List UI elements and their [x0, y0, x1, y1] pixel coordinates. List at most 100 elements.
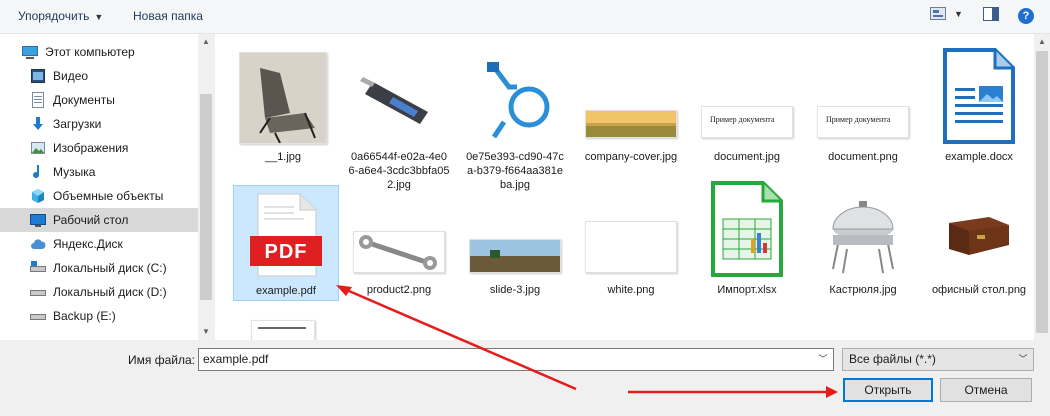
chevron-down-icon: ▼	[954, 8, 963, 19]
file-name: example.docx	[945, 151, 1013, 163]
sidebar-item-pictures[interactable]: Изображения	[0, 136, 198, 160]
3d-objects-icon	[30, 188, 46, 204]
open-button[interactable]: Открыть	[843, 378, 933, 402]
scroll-thumb[interactable]	[1036, 51, 1048, 333]
new-folder-button[interactable]: Новая папка	[133, 9, 203, 23]
file-name: офисный стол.png	[931, 284, 1027, 296]
file-name: __1.jpg	[264, 151, 302, 163]
sidebar-item-label: Этот компьютер	[45, 45, 135, 59]
file-list-pane: __1.jpg 0a66544f-e02a-4e06-a6e4-3cdc3bbf…	[215, 34, 1035, 340]
cloud-icon	[30, 236, 46, 252]
file-item[interactable]: Кастрюля.jpg	[810, 185, 916, 297]
chevron-down-icon: ﹀	[1018, 354, 1028, 364]
file-name: example.pdf	[256, 285, 316, 297]
downloads-icon	[30, 116, 46, 132]
chevron-down-icon[interactable]: ﹀	[814, 350, 832, 369]
file-item[interactable]: Пример документа document.jpg	[694, 34, 800, 164]
pdf-icon: PDF	[250, 192, 322, 278]
preview-pane-icon	[983, 7, 999, 21]
file-name: Кастрюля.jpg	[829, 284, 897, 296]
sidebar-item-label: Видео	[53, 69, 89, 83]
file-name: slide-3.jpg	[489, 284, 541, 296]
sidebar-item-label: Локальный диск (D:)	[53, 285, 167, 299]
scroll-up-icon[interactable]: ▲	[198, 34, 214, 50]
sidebar-item-yandex-disk[interactable]: Яндекс.Диск	[0, 232, 198, 256]
document-thumb-icon: Пример документа	[817, 106, 909, 138]
file-name: document.jpg	[713, 151, 781, 163]
sidebar-item-label: Рабочий стол	[53, 213, 129, 227]
navigation-pane: Этот компьютер Видео Документы Загрузки …	[0, 34, 214, 340]
dialog-footer: Имя файла: example.pdf ﹀ Все файлы (*.*)…	[0, 340, 1050, 416]
scroll-down-icon[interactable]: ▼	[198, 324, 214, 340]
filename-input[interactable]: example.pdf ﹀	[198, 348, 834, 371]
sidebar-scrollbar[interactable]: ▲ ▼	[198, 34, 214, 340]
document-thumb-icon: Пример документа	[701, 106, 793, 138]
sidebar-item-this-pc[interactable]: Этот компьютер	[0, 40, 198, 64]
file-item[interactable]: 0e75e393-cd90-47ca-b379-f664aa381eba.jpg	[462, 34, 568, 192]
organize-label: Упорядочить	[18, 9, 90, 23]
chafing-dish-photo-icon	[817, 189, 909, 277]
chevron-down-icon: ▼	[94, 12, 104, 22]
documents-icon	[30, 92, 46, 108]
help-icon: ?	[1018, 8, 1034, 24]
sidebar-item-video[interactable]: Видео	[0, 64, 198, 88]
filename-value: example.pdf	[203, 352, 269, 366]
sidebar-item-documents[interactable]: Документы	[0, 88, 198, 112]
file-name: company-cover.jpg	[584, 151, 678, 163]
wrench-photo-icon	[353, 231, 445, 273]
sidebar-item-label: Локальный диск (C:)	[53, 261, 167, 275]
sidebar-item-label: Изображения	[53, 141, 129, 155]
file-item[interactable]: офисный стол.png	[926, 185, 1032, 297]
filename-label: Имя файла:	[128, 353, 195, 367]
content-scrollbar[interactable]: ▲	[1034, 34, 1050, 340]
file-item[interactable]: __1.jpg	[230, 34, 336, 164]
office-desk-photo-icon	[943, 197, 1015, 269]
file-item[interactable]	[230, 316, 336, 340]
file-name: product2.png	[366, 284, 432, 296]
white-image-icon	[585, 221, 677, 273]
scroll-up-icon[interactable]: ▲	[1034, 34, 1050, 50]
file-type-filter-select[interactable]: Все файлы (*.*) ﹀	[842, 348, 1034, 371]
view-options-button[interactable]: ▼	[930, 7, 963, 20]
file-item[interactable]: company-cover.jpg	[578, 34, 684, 164]
file-name: white.png	[607, 284, 655, 296]
toolbar: Упорядочить ▼ Новая папка ▼ ?	[0, 0, 1050, 34]
file-item-selected[interactable]: PDF example.pdf	[233, 185, 339, 301]
cancel-button[interactable]: Отмена	[940, 378, 1032, 402]
file-item[interactable]: white.png	[578, 185, 684, 297]
video-icon	[30, 68, 46, 84]
sidebar-item-label: Документы	[53, 93, 115, 107]
file-item[interactable]: product2.png	[346, 185, 452, 297]
tractor-field-photo-icon	[469, 239, 561, 273]
file-type-filter-value: Все файлы (*.*)	[849, 352, 936, 366]
blue-hose-photo-icon	[469, 52, 561, 144]
file-item[interactable]: Пример документа document.png	[810, 34, 916, 164]
scroll-thumb[interactable]	[200, 94, 212, 300]
sidebar-item-drive-c[interactable]: Локальный диск (C:)	[0, 256, 198, 280]
file-name: document.png	[828, 151, 898, 163]
chair-photo-icon	[239, 52, 327, 144]
sidebar-item-drive-e[interactable]: Backup (E:)	[0, 304, 198, 328]
help-button[interactable]: ?	[1018, 8, 1034, 24]
sidebar-item-label: Объемные объекты	[53, 189, 164, 203]
sidebar-item-music[interactable]: Музыка	[0, 160, 198, 184]
file-item[interactable]: Импорт.xlsx	[694, 181, 800, 297]
sidebar-item-label: Загрузки	[53, 117, 102, 131]
file-item[interactable]: example.docx	[926, 34, 1032, 164]
sidebar-item-label: Яндекс.Диск	[53, 237, 123, 251]
sidebar-item-3d-objects[interactable]: Объемные объекты	[0, 184, 198, 208]
sidebar-item-label: Backup (E:)	[53, 309, 116, 323]
music-icon	[30, 164, 46, 180]
file-item[interactable]: slide-3.jpg	[462, 185, 568, 297]
computer-icon	[22, 44, 38, 60]
sidebar-item-drive-d[interactable]: Локальный диск (D:)	[0, 280, 198, 304]
sidebar-item-desktop[interactable]: Рабочий стол	[0, 208, 198, 232]
rotary-tool-photo-icon	[353, 52, 445, 144]
file-item[interactable]: 0a66544f-e02a-4e06-a6e4-3cdc3bbfa052.jpg	[346, 34, 452, 192]
organize-button[interactable]: Упорядочить ▼	[18, 9, 103, 23]
sidebar-item-downloads[interactable]: Загрузки	[0, 112, 198, 136]
preview-pane-button[interactable]	[983, 7, 999, 21]
desktop-icon	[30, 212, 46, 228]
calc-sheet-icon	[711, 181, 783, 277]
drive-icon	[30, 260, 46, 276]
